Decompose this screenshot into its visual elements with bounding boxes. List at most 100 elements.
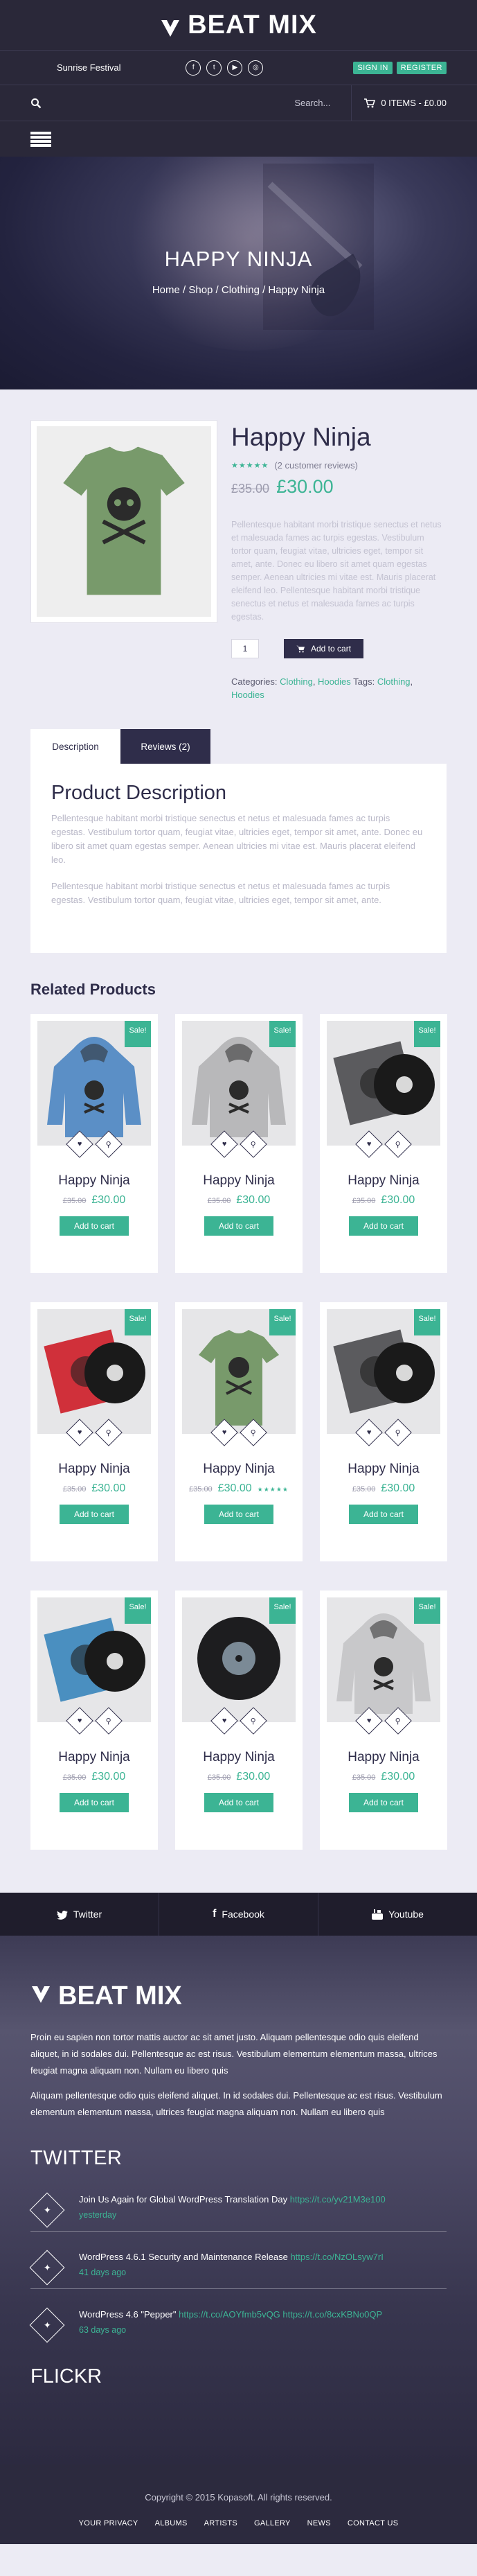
facebook-icon[interactable]: f <box>186 60 201 76</box>
wishlist-button[interactable]: ♥ <box>355 1419 383 1446</box>
festival-link[interactable]: Sunrise Festival <box>57 62 186 73</box>
instagram-icon[interactable]: ◎ <box>248 60 264 76</box>
product-card[interactable]: Sale! ♥ ⚲ Happy Ninja £35.00 £30.00 Add to car… <box>175 1014 303 1273</box>
twitter-icon[interactable]: t <box>206 60 222 76</box>
wishlist-button[interactable]: ♥ <box>210 1707 238 1735</box>
product-card[interactable]: Sale! ♥ ⚲ Happy Ninja £35.00 £30.00 Add to car… <box>30 1014 158 1273</box>
wishlist-button[interactable]: ♥ <box>210 1130 238 1158</box>
footer-logo[interactable]: BEAT MIX <box>30 1981 447 2011</box>
quick-view-button[interactable]: ⚲ <box>240 1130 267 1158</box>
product-card[interactable]: Sale! ♥ ⚲ Happy Ninja £35.00 £30.00 Add to car… <box>320 1591 447 1850</box>
sign-in-button[interactable]: SIGN IN <box>353 61 393 74</box>
product-card-title[interactable]: Happy Ninja <box>182 1173 296 1189</box>
related-products-grid: Sale! ♥ ⚲ Happy Ninja £35.00 £30.00 Add to car… <box>30 1014 447 1850</box>
product-card-title[interactable]: Happy Ninja <box>37 1462 151 1477</box>
product-card-image[interactable]: Sale! <box>37 1597 151 1722</box>
social-twitter-link[interactable]: Twitter <box>0 1893 159 1936</box>
wishlist-button[interactable]: ♥ <box>66 1707 93 1735</box>
add-to-cart-button[interactable]: Add to cart <box>349 1216 418 1236</box>
footer-about: Aliquam pellentesque odio quis eleifend … <box>30 2090 442 2117</box>
category-link-hoodies[interactable]: Hoodies <box>318 676 351 687</box>
product-card-image[interactable]: Sale! <box>327 1021 440 1146</box>
product-card-title[interactable]: Happy Ninja <box>327 1173 440 1189</box>
tweet-link[interactable]: https://t.co/AOYfmb5vQG https://t.co/8cx… <box>179 2309 382 2320</box>
quick-view-button[interactable]: ⚲ <box>240 1419 267 1446</box>
product-image[interactable] <box>30 420 217 623</box>
quick-view-button[interactable]: ⚲ <box>384 1707 412 1735</box>
quick-view-button[interactable]: ⚲ <box>95 1130 123 1158</box>
heart-icon: ♥ <box>222 1717 227 1725</box>
product-card-title[interactable]: Happy Ninja <box>37 1173 151 1189</box>
product-card[interactable]: Sale! ♥ ⚲ Happy Ninja £35.00 £30.00 Add to car… <box>320 1014 447 1273</box>
product-card-image[interactable]: Sale! <box>327 1597 440 1722</box>
footer-nav-link[interactable]: YOUR PRIVACY <box>79 2519 138 2527</box>
add-to-cart-button[interactable]: Add to cart <box>204 1793 273 1812</box>
youtube-icon[interactable]: ▶ <box>227 60 243 76</box>
social-strip: Twitter f Facebook Youtube <box>0 1893 477 1936</box>
product-card-image[interactable]: Sale! <box>182 1021 296 1146</box>
old-price: £35.00 <box>352 1485 376 1493</box>
add-to-cart-button[interactable]: Add to cart <box>204 1505 273 1524</box>
cart-summary[interactable]: 0 ITEMS - £0.00 <box>351 85 447 121</box>
product-card-title[interactable]: Happy Ninja <box>182 1750 296 1765</box>
add-to-cart-button[interactable]: Add to cart <box>349 1793 418 1812</box>
breadcrumb[interactable]: Home / Shop / Clothing / Happy Ninja <box>0 284 477 296</box>
product-card-image[interactable]: Sale! <box>37 1309 151 1434</box>
site-logo[interactable]: BEAT MIX <box>160 10 317 40</box>
tab-reviews[interactable]: Reviews (2) <box>120 729 210 764</box>
product-card[interactable]: Sale! ♥ ⚲ Happy Ninja £35.00 £30.00 Add to car… <box>175 1591 303 1850</box>
quick-view-button[interactable]: ⚲ <box>95 1707 123 1735</box>
footer-nav-link[interactable]: ALBUMS <box>155 2519 188 2527</box>
search-icon: ⚲ <box>250 1428 257 1437</box>
add-to-cart-button[interactable]: Add to cart <box>284 639 364 658</box>
hero-title: HAPPY NINJA <box>164 247 313 271</box>
product-card-image[interactable]: Sale! <box>37 1021 151 1146</box>
product-card-title[interactable]: Happy Ninja <box>327 1750 440 1765</box>
hamburger-menu-icon[interactable] <box>30 131 51 147</box>
reviews-link[interactable]: (2 customer reviews) <box>274 460 358 471</box>
add-to-cart-button[interactable]: Add to cart <box>204 1216 273 1236</box>
product-card-title[interactable]: Happy Ninja <box>37 1750 151 1765</box>
quick-view-button[interactable]: ⚲ <box>384 1130 412 1158</box>
product-card-image[interactable]: Sale! <box>182 1597 296 1722</box>
register-button[interactable]: REGISTER <box>396 61 447 74</box>
tag-link-hoodies[interactable]: Hoodies <box>231 690 264 700</box>
description-paragraph: Pellentesque habitant morbi tristique se… <box>51 881 390 905</box>
search-icon[interactable] <box>30 97 42 109</box>
wishlist-button[interactable]: ♥ <box>66 1130 93 1158</box>
product-card[interactable]: Sale! ♥ ⚲ Happy Ninja £35.00 £30.00 Add to car… <box>30 1302 158 1561</box>
quantity-input[interactable]: 1 <box>231 639 259 658</box>
wishlist-button[interactable]: ♥ <box>355 1707 383 1735</box>
tweet-link[interactable]: https://t.co/yv21M3e100 <box>290 2194 386 2205</box>
footer-nav-link[interactable]: ARTISTS <box>204 2519 237 2527</box>
quick-view-button[interactable]: ⚲ <box>240 1707 267 1735</box>
search-input[interactable]: Search... <box>42 98 351 108</box>
add-to-cart-button[interactable]: Add to cart <box>349 1505 418 1524</box>
wishlist-button[interactable]: ♥ <box>66 1419 93 1446</box>
product-card-image[interactable]: Sale! <box>327 1309 440 1434</box>
add-to-cart-button[interactable]: Add to cart <box>60 1793 129 1812</box>
product-card[interactable]: Sale! ♥ ⚲ Happy Ninja £35.00 £30.00 Add to car… <box>320 1302 447 1561</box>
product-card-title[interactable]: Happy Ninja <box>327 1462 440 1477</box>
footer-nav-link[interactable]: GALLERY <box>254 2519 291 2527</box>
add-to-cart-button[interactable]: Add to cart <box>60 1505 129 1524</box>
product-card-title[interactable]: Happy Ninja <box>182 1462 296 1477</box>
category-link-clothing[interactable]: Clothing <box>280 676 313 687</box>
wishlist-button[interactable]: ♥ <box>355 1130 383 1158</box>
footer-nav-link[interactable]: NEWS <box>307 2519 331 2527</box>
tweet-item: ✦ WordPress 4.6.1 Security and Maintenanc… <box>29 2245 447 2289</box>
product-card[interactable]: Sale! ♥ ⚲ Happy Ninja £35.00 £30.00 ★★★★★ Add t… <box>175 1302 303 1561</box>
quick-view-button[interactable]: ⚲ <box>95 1419 123 1446</box>
tab-description[interactable]: Description <box>30 729 120 764</box>
quick-view-button[interactable]: ⚲ <box>384 1419 412 1446</box>
footer-nav-link[interactable]: CONTACT US <box>348 2519 399 2527</box>
social-facebook-link[interactable]: f Facebook <box>159 1893 318 1936</box>
search-icon: ⚲ <box>395 1140 402 1149</box>
product-card-image[interactable]: Sale! <box>182 1309 296 1434</box>
add-to-cart-button[interactable]: Add to cart <box>60 1216 129 1236</box>
tag-link-clothing[interactable]: Clothing <box>377 676 411 687</box>
wishlist-button[interactable]: ♥ <box>210 1419 238 1446</box>
product-card[interactable]: Sale! ♥ ⚲ Happy Ninja £35.00 £30.00 Add to car… <box>30 1591 158 1850</box>
social-youtube-link[interactable]: Youtube <box>318 1893 477 1936</box>
tweet-link[interactable]: https://t.co/NzOLsyw7rI <box>290 2252 383 2262</box>
